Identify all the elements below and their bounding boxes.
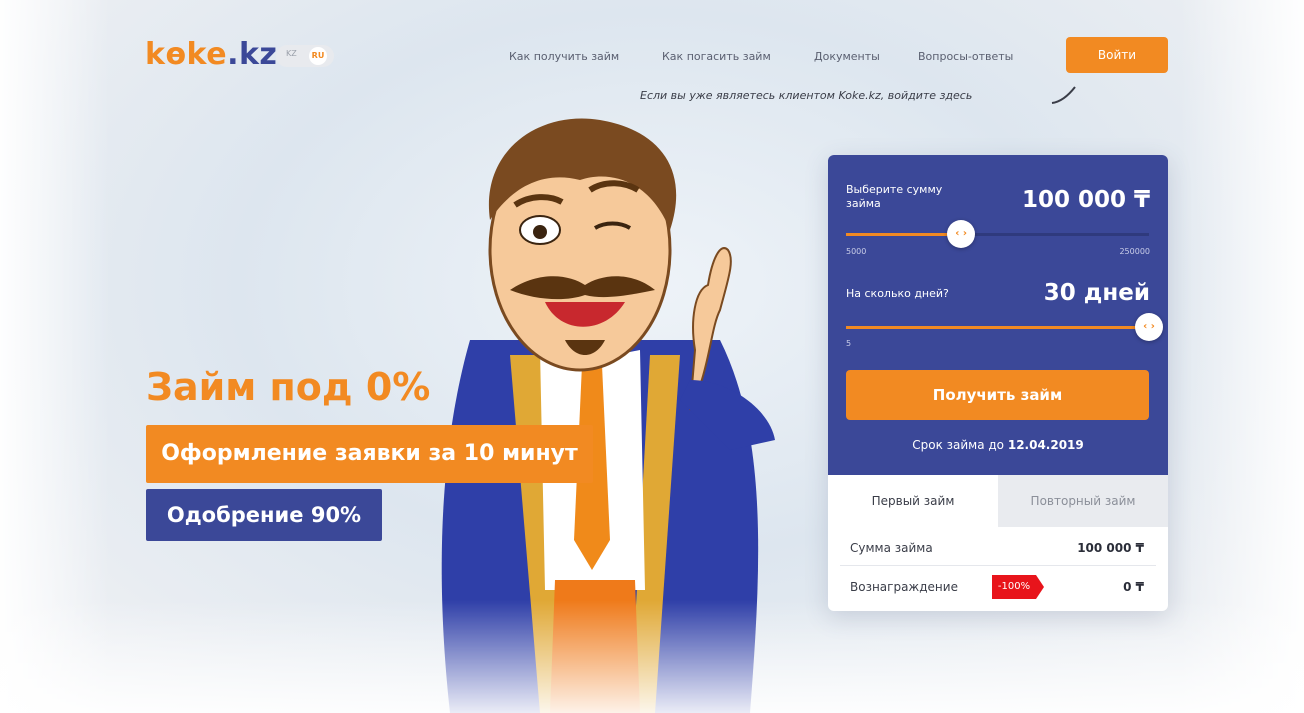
nav-how-to-repay[interactable]: Как погасить займ <box>662 50 771 63</box>
days-min: 5 <box>846 339 852 348</box>
promo-title: Займ под 0% <box>146 365 431 409</box>
nav-documents[interactable]: Документы <box>814 50 880 63</box>
amount-max: 250000 <box>1119 247 1150 256</box>
reward-row-label: Вознаграждение <box>850 580 958 594</box>
nav-faq[interactable]: Вопросы-ответы <box>918 50 1013 63</box>
amount-label: Выберите сумму займа <box>846 183 942 211</box>
mascot-illustration <box>441 118 775 713</box>
curved-arrow-icon <box>1051 86 1076 104</box>
amount-slider-handle-icon[interactable]: ‹ › <box>947 220 976 248</box>
logo-tld: .kz <box>227 37 278 72</box>
lang-ru[interactable]: RU <box>309 47 327 65</box>
tab-repeat-loan[interactable]: Повторный займ <box>998 475 1168 527</box>
loan-term: Срок займа до 12.04.2019 <box>828 438 1168 452</box>
days-slider[interactable] <box>846 326 1149 329</box>
days-value: 30 дней <box>1043 280 1150 306</box>
promo-badge-application-time: Оформление заявки за 10 минут <box>146 425 593 483</box>
amount-label-line2: займа <box>846 197 881 210</box>
term-prefix: Срок займа до <box>912 438 1008 452</box>
get-loan-button[interactable]: Получить займ <box>846 370 1149 420</box>
promo-badge-approval: Одобрение 90% <box>146 489 382 541</box>
site-logo[interactable]: kөke.kz <box>145 37 277 72</box>
amount-slider-fill <box>846 233 962 236</box>
lang-kz[interactable]: KZ <box>286 49 297 58</box>
amount-slider[interactable] <box>846 233 1149 236</box>
login-button[interactable]: Войти <box>1066 37 1168 73</box>
discount-badge: -100% <box>992 575 1044 599</box>
term-date: 12.04.2019 <box>1007 438 1084 452</box>
reward-row-value: 0 ₸ <box>1123 580 1144 594</box>
nav-how-to-get-loan[interactable]: Как получить займ <box>509 50 619 63</box>
days-slider-handle-icon[interactable]: ‹ › <box>1135 313 1163 341</box>
sum-row-label: Сумма займа <box>850 541 933 555</box>
sum-row-value: 100 000 ₸ <box>1077 541 1144 555</box>
language-switcher[interactable]: KZ RU <box>276 45 334 67</box>
days-slider-fill <box>846 326 1149 329</box>
loan-calculator: Выберите сумму займа 100 000 ₸ ‹ › 5000 … <box>828 155 1168 611</box>
amount-value: 100 000 ₸ <box>1021 187 1150 213</box>
amount-label-line1: Выберите сумму <box>846 183 943 196</box>
amount-min: 5000 <box>846 247 867 256</box>
logo-main: kөke <box>145 37 228 72</box>
tab-first-loan[interactable]: Первый займ <box>828 475 998 527</box>
login-hint: Если вы уже являетесь клиентом Koke.kz, … <box>640 89 973 102</box>
row-divider <box>840 565 1156 566</box>
days-label: На сколько дней? <box>846 287 949 300</box>
